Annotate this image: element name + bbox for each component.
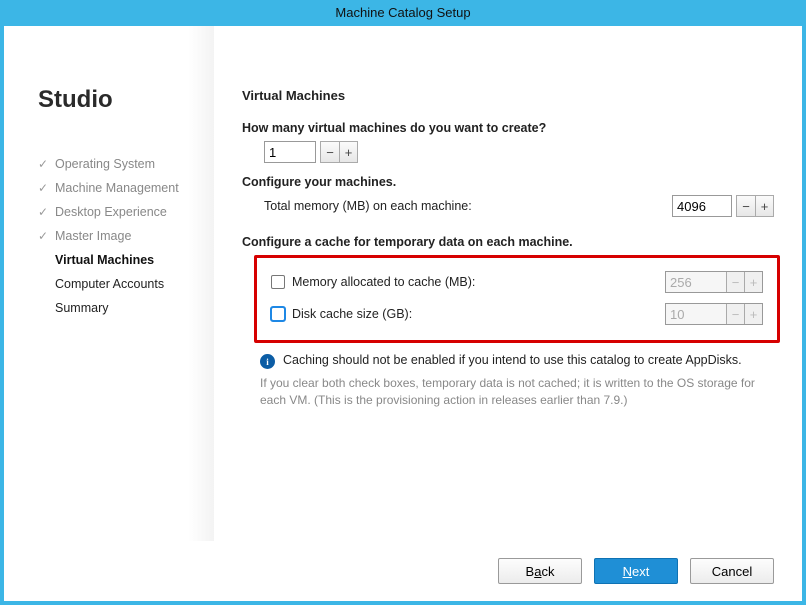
cache-disk-stepper: − + xyxy=(665,303,763,325)
sidebar: Studio ✓Operating System ✓Machine Manage… xyxy=(4,26,214,541)
info-row: i Caching should not be enabled if you i… xyxy=(260,353,774,369)
cancel-button[interactable]: Cancel xyxy=(690,558,774,584)
cache-disk-input xyxy=(666,304,726,324)
step-label: Summary xyxy=(55,301,108,315)
cache-memory-increment: + xyxy=(744,272,762,292)
vm-count-decrement[interactable]: − xyxy=(321,142,339,162)
memory-label: Total memory (MB) on each machine: xyxy=(242,199,472,213)
cache-disk-increment: + xyxy=(744,304,762,324)
vm-count-input[interactable] xyxy=(264,141,316,163)
vm-count-increment[interactable]: + xyxy=(339,142,357,162)
check-icon: ✓ xyxy=(38,157,52,171)
step-machine-management: ✓Machine Management xyxy=(38,176,196,200)
step-label: Computer Accounts xyxy=(55,277,164,291)
cache-hint: If you clear both check boxes, temporary… xyxy=(260,375,766,410)
step-label: Operating System xyxy=(55,157,155,171)
step-label: Virtual Machines xyxy=(55,253,154,267)
cache-highlight: Memory allocated to cache (MB): − + Disk… xyxy=(254,255,780,343)
back-button[interactable]: Back xyxy=(498,558,582,584)
step-operating-system: ✓Operating System xyxy=(38,152,196,176)
cache-disk-row: Disk cache size (GB): − + xyxy=(271,298,763,330)
memory-decrement[interactable]: − xyxy=(737,196,755,216)
vm-count-question: How many virtual machines do you want to… xyxy=(242,121,774,135)
cache-memory-input xyxy=(666,272,726,292)
cache-memory-stepper: − + xyxy=(665,271,763,293)
cache-memory-decrement: − xyxy=(726,272,744,292)
wizard-footer: Back Next Cancel xyxy=(4,541,802,601)
info-icon: i xyxy=(260,354,275,369)
wizard-window: Machine Catalog Setup Studio ✓Operating … xyxy=(0,0,806,605)
cache-disk-label: Disk cache size (GB): xyxy=(292,307,412,321)
memory-input[interactable] xyxy=(672,195,732,217)
step-computer-accounts: ✓Computer Accounts xyxy=(38,272,196,296)
window-title: Machine Catalog Setup xyxy=(335,5,470,20)
next-button[interactable]: Next xyxy=(594,558,678,584)
memory-stepper: − + xyxy=(672,195,774,217)
step-virtual-machines: ✓Virtual Machines xyxy=(38,248,196,272)
wizard-body: Studio ✓Operating System ✓Machine Manage… xyxy=(4,26,802,541)
vm-count-stepper: − + xyxy=(264,141,358,163)
info-text: Caching should not be enabled if you int… xyxy=(283,353,742,369)
cache-heading: Configure a cache for temporary data on … xyxy=(242,235,774,249)
step-label: Master Image xyxy=(55,229,131,243)
cache-disk-checkbox[interactable] xyxy=(271,307,285,321)
configure-heading: Configure your machines. xyxy=(242,175,774,189)
step-master-image: ✓Master Image xyxy=(38,224,196,248)
step-summary: ✓Summary xyxy=(38,296,196,320)
cache-disk-decrement: − xyxy=(726,304,744,324)
check-icon: ✓ xyxy=(38,181,52,195)
memory-row: Total memory (MB) on each machine: − + xyxy=(242,195,774,217)
cache-memory-label: Memory allocated to cache (MB): xyxy=(292,275,475,289)
title-bar: Machine Catalog Setup xyxy=(4,4,802,26)
main-panel: Virtual Machines How many virtual machin… xyxy=(214,26,802,541)
wizard-steps: ✓Operating System ✓Machine Management ✓D… xyxy=(38,152,196,320)
cache-memory-row: Memory allocated to cache (MB): − + xyxy=(271,266,763,298)
step-label: Machine Management xyxy=(55,181,179,195)
step-desktop-experience: ✓Desktop Experience xyxy=(38,200,196,224)
check-icon: ✓ xyxy=(38,229,52,243)
step-label: Desktop Experience xyxy=(55,205,167,219)
cache-memory-checkbox[interactable] xyxy=(271,275,285,289)
brand-title: Studio xyxy=(38,86,196,114)
page-heading: Virtual Machines xyxy=(242,88,774,103)
memory-increment[interactable]: + xyxy=(755,196,773,216)
check-icon: ✓ xyxy=(38,205,52,219)
